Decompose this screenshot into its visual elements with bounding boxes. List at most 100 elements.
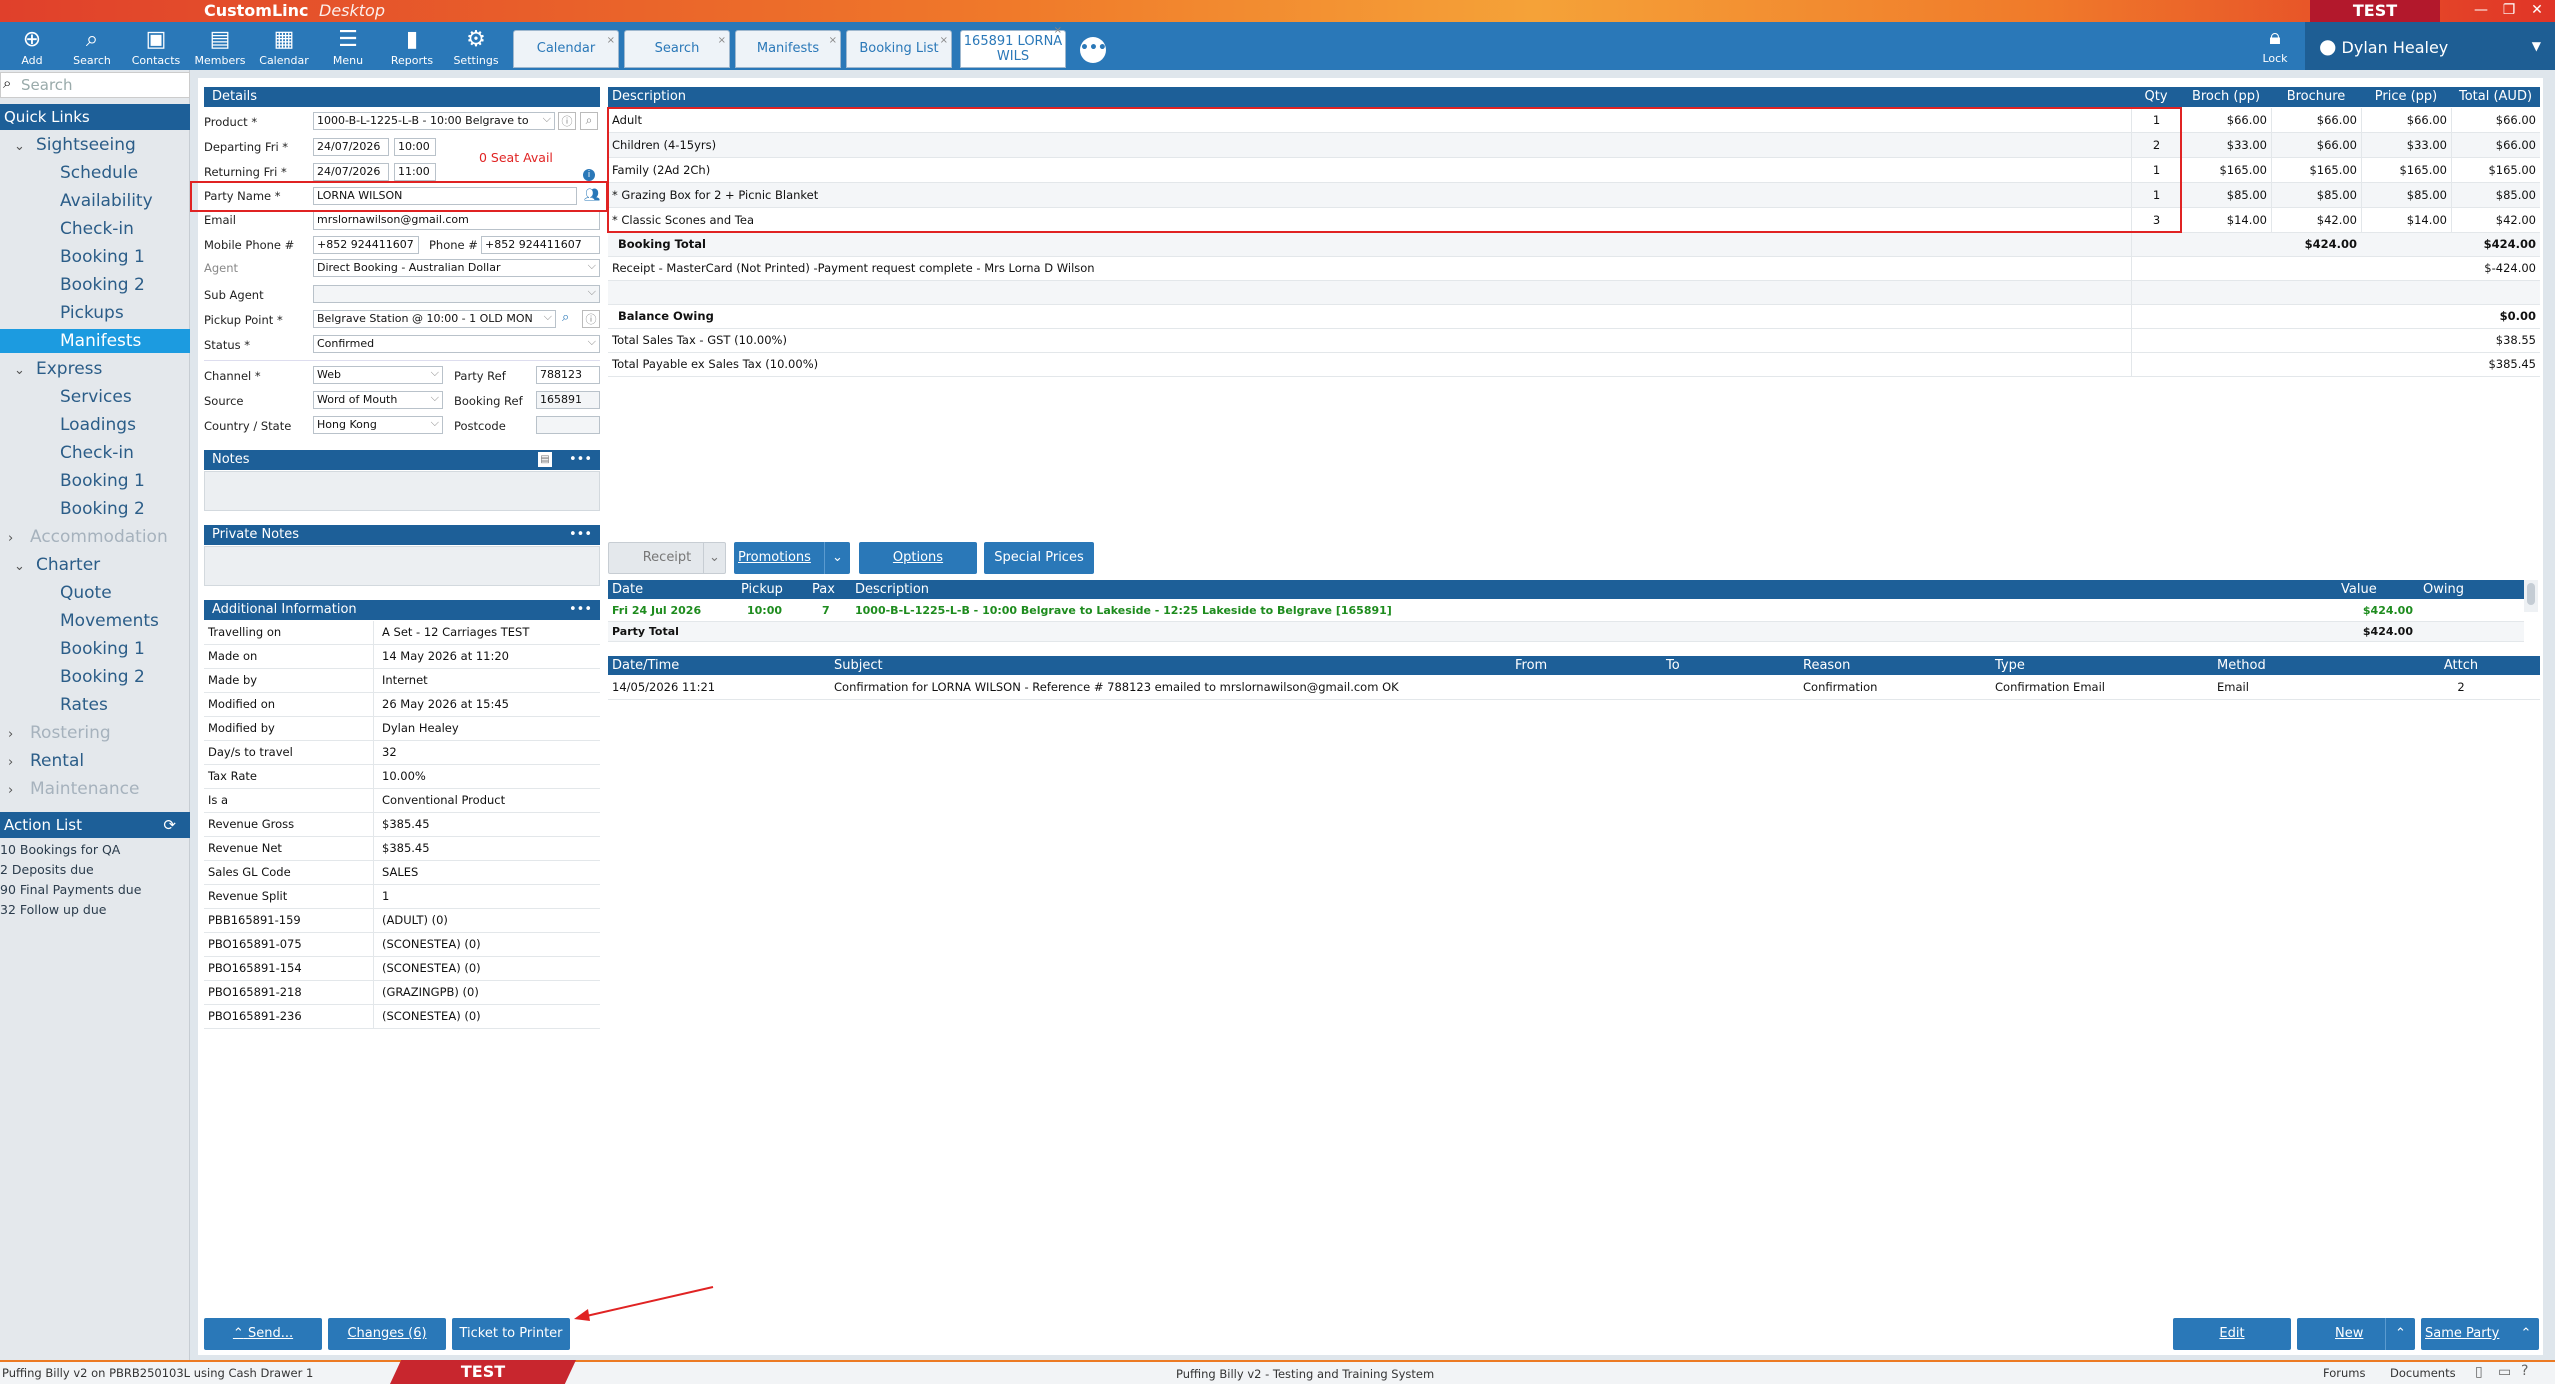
status-select[interactable]: Confirmed [313,335,600,353]
legs-scrollbar[interactable] [2524,580,2538,612]
close-icon[interactable]: × [1054,23,1062,38]
nav-group-express[interactable]: ⌄ Express [14,356,190,382]
nav-item-express-booking-2[interactable]: Booking 2 [60,496,145,522]
lock-button[interactable]: 🔒︎ Lock [2255,24,2295,65]
tab-booking-165891[interactable]: 165891 LORNA WILS × [960,25,1066,68]
nav-group-sightseeing[interactable]: ⌄ Sightseeing [14,132,190,158]
promotions-button[interactable]: Promotions ⌄ [734,542,850,574]
more-tabs-button[interactable]: ••• [1080,37,1107,63]
changes-button[interactable]: Changes (6) [328,1318,446,1350]
nav-group-rental[interactable]: › Rental [8,748,184,774]
nav-item-booking-1[interactable]: Booking 1 [60,244,145,270]
tab-booking-list[interactable]: Booking List × [846,30,952,68]
tab-search[interactable]: Search × [624,30,730,68]
user-menu[interactable]: ● Dylan Healey ▼ [2305,22,2555,70]
new-button[interactable]: New ⌃ [2297,1318,2415,1350]
returning-date-field[interactable]: 24/07/2026 [313,163,389,181]
nav-item-manifests[interactable]: Manifests [60,328,141,354]
channel-select[interactable]: Web [313,366,443,384]
close-icon[interactable]: ✕ [2526,2,2548,20]
forums-link[interactable]: Forums [2323,1366,2365,1380]
nav-group-maintenance[interactable]: › Maintenance [8,776,184,802]
contacts-button[interactable]: ▣ Contacts [124,24,188,70]
phone-icon[interactable]: ▯ [2475,1364,2483,1380]
nav-item-rates[interactable]: Rates [60,692,108,718]
close-icon[interactable]: × [940,23,948,59]
nav-item-express-booking-1[interactable]: Booking 1 [60,468,145,494]
private-notes-area[interactable] [204,546,600,586]
nav-item-express-check-in[interactable]: Check-in [60,440,134,466]
restore-icon[interactable]: ❐ [2498,2,2520,20]
country-select[interactable]: Hong Kong [313,416,443,434]
nav-group-accommodation[interactable]: › Accommodation [8,524,184,550]
chevron-down-icon[interactable]: ⌄ [703,543,725,573]
sub-agent-select[interactable] [313,285,600,303]
departing-time-field[interactable]: 10:00 [394,138,436,156]
receipt-row[interactable]: Receipt - MasterCard (Not Printed) -Paym… [608,257,2540,281]
product-info-icon[interactable]: ⓘ [558,112,576,130]
chevron-down-icon[interactable]: ⌄ [824,542,850,574]
returning-time-field[interactable]: 11:00 [394,163,436,181]
nav-item-pickups[interactable]: Pickups [60,300,124,326]
comms-row[interactable]: 14/05/2026 11:21 Confirmation for LORNA … [608,676,2540,700]
nav-group-charter[interactable]: ⌄ Charter [14,552,190,578]
chevron-up-icon[interactable]: ⌃ [2385,1318,2415,1350]
nav-item-charter-booking-2[interactable]: Booking 2 [60,664,145,690]
add-button[interactable]: ⊕ Add [0,24,64,70]
source-select[interactable]: Word of Mouth [313,391,443,409]
menu-button[interactable]: ☰ Menu [316,24,380,70]
nav-item-availability[interactable]: Availability [60,188,153,214]
nav-item-movements[interactable]: Movements [60,608,159,634]
action-final-payments[interactable]: 90 Final Payments due [0,882,141,897]
edit-button[interactable]: Edit [2173,1318,2291,1350]
product-select[interactable]: 1000-B-L-1225-L-B - 10:00 Belgrave to [313,112,555,130]
send-button[interactable]: ⌃ Send... [204,1318,322,1350]
nav-item-quote[interactable]: Quote [60,580,112,606]
document-icon[interactable]: ▤ [538,452,552,467]
search-icon[interactable]: ⌕ [580,112,598,130]
members-button[interactable]: ▤ Members [188,24,252,70]
tab-manifests[interactable]: Manifests × [735,30,841,68]
calendar-button[interactable]: ▦ Calendar [252,24,316,70]
sidebar-search-input[interactable]: Search [0,72,190,98]
action-deposits[interactable]: 2 Deposits due [0,862,94,877]
leg-row[interactable]: Fri 24 Jul 2026 10:00 7 1000-B-L-1225-L-… [608,600,2524,622]
same-party-button[interactable]: Same Party ⌃ [2421,1318,2539,1350]
contact-lookup-icon[interactable]: 👥︎ [584,188,601,203]
agent-select[interactable]: Direct Booking - Australian Dollar [313,259,600,277]
documents-link[interactable]: Documents [2390,1366,2456,1380]
nav-item-services[interactable]: Services [60,384,132,410]
pickup-select[interactable]: Belgrave Station @ 10:00 - 1 OLD MON [313,310,556,328]
refresh-icon[interactable]: ⟳ [163,812,176,838]
info-icon[interactable]: i [583,169,595,181]
ticket-to-printer-button[interactable]: Ticket to Printer [452,1318,570,1350]
options-button[interactable]: Options [859,542,977,574]
minimize-icon[interactable]: — [2470,2,2492,20]
nav-item-check-in[interactable]: Check-in [60,216,134,242]
chevron-up-icon[interactable]: ⌃ [2513,1318,2539,1350]
party-name-field[interactable]: LORNA WILSON [313,187,577,205]
help-icon[interactable]: ? [2521,1363,2528,1379]
close-icon[interactable]: × [607,23,615,59]
nav-item-charter-booking-1[interactable]: Booking 1 [60,636,145,662]
more-icon[interactable]: ••• [569,525,592,545]
search-icon[interactable]: ⌕ [562,310,569,325]
nav-group-rostering[interactable]: › Rostering [8,720,184,746]
email-field[interactable]: mrslornawilson@gmail.com [313,212,600,230]
close-icon[interactable]: × [829,23,837,59]
reports-button[interactable]: ▮ Reports [380,24,444,70]
postcode-field[interactable] [536,416,600,434]
receipt-button[interactable]: Receipt ⌄ [608,542,726,574]
action-qa[interactable]: 10 Bookings for QA [0,842,120,857]
notes-area[interactable] [204,471,600,511]
phone-field[interactable]: +852 924411607 [481,236,600,254]
search-button[interactable]: ⌕ Search [60,24,124,70]
monitor-icon[interactable]: ▭ [2498,1364,2511,1380]
nav-item-loadings[interactable]: Loadings [60,412,136,438]
action-follow-up[interactable]: 32 Follow up due [0,902,106,917]
tab-calendar[interactable]: Calendar × [513,30,619,68]
nav-item-booking-2[interactable]: Booking 2 [60,272,145,298]
pickup-info-icon[interactable]: ⓘ [582,310,600,328]
settings-button[interactable]: ⚙ Settings [444,24,508,70]
departing-date-field[interactable]: 24/07/2026 [313,138,389,156]
